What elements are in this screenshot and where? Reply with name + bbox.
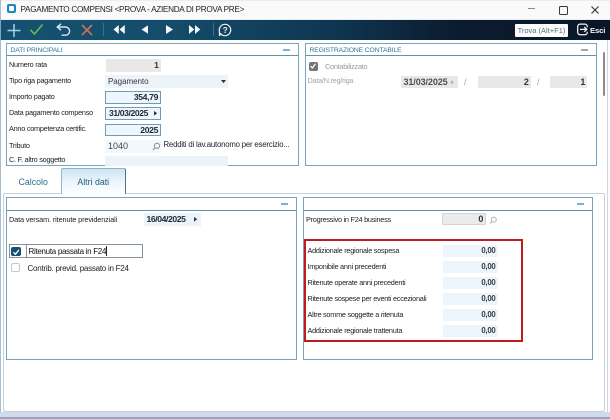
svg-text:?: ? [223, 26, 228, 35]
